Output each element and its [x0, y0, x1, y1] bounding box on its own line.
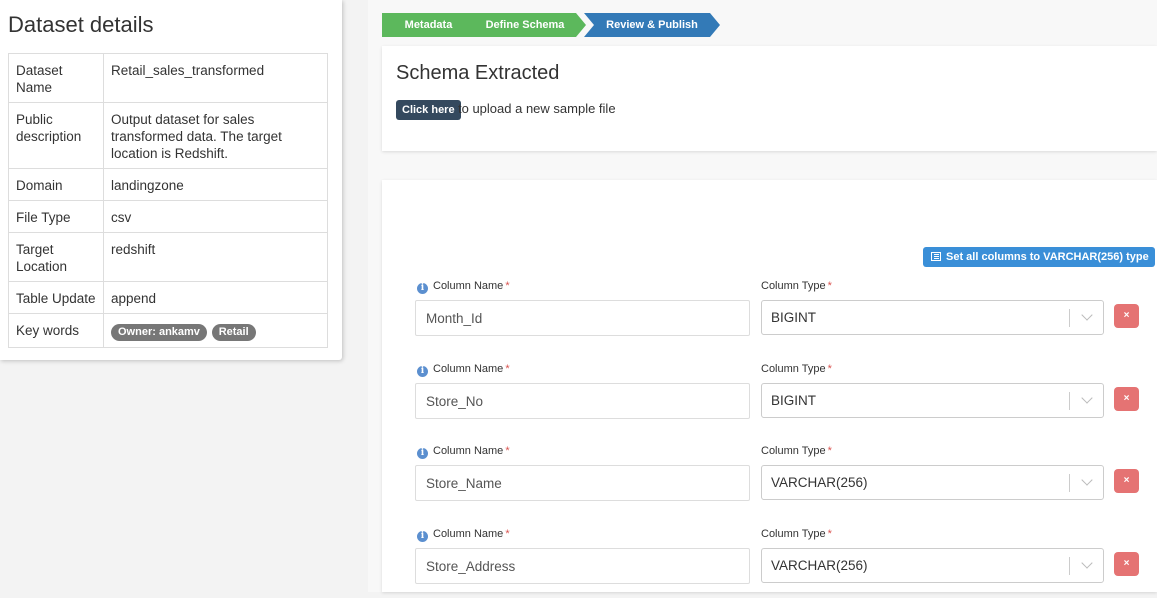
info-icon[interactable]: i — [417, 448, 428, 459]
detail-value: Owner: ankamv Retail — [103, 313, 328, 348]
table-row: Key words Owner: ankamv Retail — [8, 313, 328, 348]
info-icon[interactable]: i — [417, 531, 428, 542]
dataset-details-title: Dataset details — [8, 12, 154, 37]
wizard-step-define-schema[interactable]: Define Schema — [464, 13, 586, 37]
wizard-step-metadata[interactable]: Metadata — [382, 13, 475, 37]
remove-column-button[interactable]: × — [1114, 469, 1139, 493]
column-name-label: i Column Name * — [417, 363, 510, 377]
remove-column-button[interactable]: × — [1114, 387, 1139, 411]
list-icon — [931, 252, 941, 261]
upload-instruction-text: to upload a new sample file — [458, 101, 616, 116]
column-type-label: Column Type * — [761, 363, 832, 375]
detail-key: Table Update — [8, 281, 104, 314]
info-icon[interactable]: i — [417, 366, 428, 377]
select-separator — [1069, 474, 1070, 492]
column-name-input[interactable] — [415, 465, 750, 501]
upload-sample-button[interactable]: Click here — [396, 100, 461, 120]
dataset-details-table: Dataset Name Retail_sales_transformed Pu… — [8, 53, 328, 348]
column-type-value: BIGINT — [771, 393, 817, 408]
column-type-label: Column Type * — [761, 528, 832, 540]
detail-value: append — [103, 281, 328, 314]
column-name-label: i Column Name * — [417, 528, 510, 542]
schema-extracted-title: Schema Extracted — [396, 62, 560, 84]
wizard-step-review-publish[interactable]: Review & Publish — [584, 13, 720, 37]
detail-key: Dataset Name — [8, 53, 104, 103]
keyword-badge: Owner: ankamv — [111, 324, 207, 341]
chevron-down-icon[interactable] — [1081, 392, 1093, 404]
column-row: iColumn Name* Column Type* BIGINT × — [382, 280, 1157, 350]
column-name-input[interactable] — [415, 300, 750, 336]
main-content: Metadata Define Schema Review & Publish … — [368, 0, 1157, 592]
set-all-varchar-label: Set all columns to VARCHAR(256) type — [946, 251, 1149, 263]
table-row: Dataset Name Retail_sales_transformed — [8, 53, 328, 103]
table-row: File Type csv — [8, 200, 328, 233]
chevron-down-icon[interactable] — [1081, 474, 1093, 486]
column-type-select[interactable]: VARCHAR(256) — [761, 465, 1104, 500]
table-row: Target Location redshift — [8, 232, 328, 282]
column-type-value: VARCHAR(256) — [771, 558, 868, 573]
column-name-label: i Column Name * — [417, 280, 510, 294]
dataset-details-panel: Dataset details Dataset Name Retail_sale… — [0, 0, 342, 360]
column-type-label: Column Type * — [761, 280, 832, 292]
column-definitions-card: Set all columns to VARCHAR(256) type i Co… — [382, 180, 1157, 592]
remove-column-button[interactable]: × — [1114, 552, 1139, 576]
detail-key: Domain — [8, 168, 104, 201]
select-separator — [1069, 309, 1070, 327]
chevron-down-icon[interactable] — [1081, 309, 1093, 321]
info-icon[interactable]: i — [417, 283, 428, 294]
column-name-input[interactable] — [415, 383, 750, 419]
column-type-value: VARCHAR(256) — [771, 475, 868, 490]
detail-key: Key words — [8, 313, 104, 348]
column-row: iColumn Name* Column Type* VARCHAR(256) … — [382, 445, 1157, 515]
detail-key: Target Location — [8, 232, 104, 282]
column-row: iColumn Name* Column Type* BIGINT × — [382, 363, 1157, 433]
detail-value: csv — [103, 200, 328, 233]
table-row: Public description Output dataset for sa… — [8, 102, 328, 169]
table-row: Table Update append — [8, 281, 328, 314]
column-type-label: Column Type * — [761, 445, 832, 457]
detail-value: redshift — [103, 232, 328, 282]
remove-column-button[interactable]: × — [1114, 304, 1139, 328]
column-name-label: i Column Name * — [417, 445, 510, 459]
detail-key: File Type — [8, 200, 104, 233]
detail-value: Retail_sales_transformed — [103, 53, 328, 103]
detail-value: landingzone — [103, 168, 328, 201]
set-all-varchar-button[interactable]: Set all columns to VARCHAR(256) type — [923, 247, 1155, 267]
select-separator — [1069, 392, 1070, 410]
column-type-select[interactable]: VARCHAR(256) — [761, 548, 1104, 583]
chevron-down-icon[interactable] — [1081, 557, 1093, 569]
schema-extracted-card: Schema Extracted Click here to upload a … — [382, 46, 1157, 151]
column-row: iColumn Name* Column Type* VARCHAR(256) … — [382, 528, 1157, 598]
column-type-value: BIGINT — [771, 310, 817, 325]
table-row: Domain landingzone — [8, 168, 328, 201]
column-type-select[interactable]: BIGINT — [761, 383, 1104, 418]
keyword-badge: Retail — [211, 324, 256, 341]
column-name-input[interactable] — [415, 548, 750, 584]
column-type-select[interactable]: BIGINT — [761, 300, 1104, 335]
detail-key: Public description — [8, 102, 104, 169]
detail-value: Output dataset for sales transformed dat… — [103, 102, 328, 169]
select-separator — [1069, 557, 1070, 575]
